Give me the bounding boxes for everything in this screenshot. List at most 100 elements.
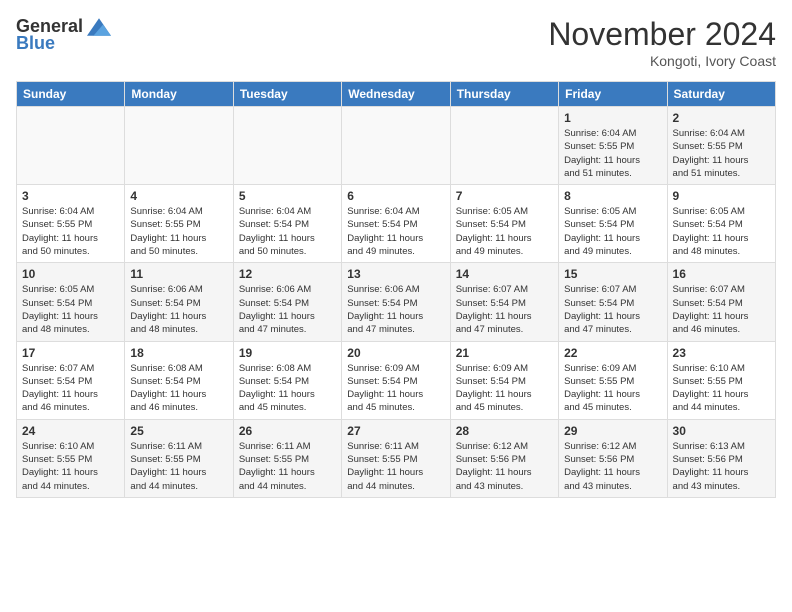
day-info: Sunrise: 6:04 AM Sunset: 5:54 PM Dayligh…	[239, 205, 336, 258]
day-info: Sunrise: 6:09 AM Sunset: 5:55 PM Dayligh…	[564, 362, 661, 415]
day-info: Sunrise: 6:08 AM Sunset: 5:54 PM Dayligh…	[239, 362, 336, 415]
calendar-cell: 14 Sunrise: 6:07 AM Sunset: 5:54 PM Dayli…	[450, 263, 558, 341]
day-info: Sunrise: 6:09 AM Sunset: 5:54 PM Dayligh…	[456, 362, 553, 415]
calendar-table: SundayMondayTuesdayWednesdayThursdayFrid…	[16, 81, 776, 498]
day-number: 10	[22, 267, 119, 281]
calendar-week-row: 24Sunrise: 6:10 AM Sunset: 5:55 PM Dayli…	[17, 419, 776, 497]
day-info: Sunrise: 6:11 AM Sunset: 5:55 PM Dayligh…	[130, 440, 227, 493]
calendar-cell: 17 Sunrise: 6:07 AM Sunset: 5:54 PM Dayli…	[17, 341, 125, 419]
calendar-cell: 16 Sunrise: 6:07 AM Sunset: 5:54 PM Dayli…	[667, 263, 775, 341]
day-info: Sunrise: 6:06 AM Sunset: 5:54 PM Dayligh…	[130, 283, 227, 336]
day-number: 19	[239, 346, 336, 360]
day-info: Sunrise: 6:11 AM Sunset: 5:55 PM Dayligh…	[239, 440, 336, 493]
calendar-cell: 25 Sunrise: 6:11 AM Sunset: 5:55 PM Dayli…	[125, 419, 233, 497]
day-info: Sunrise: 6:05 AM Sunset: 5:54 PM Dayligh…	[564, 205, 661, 258]
calendar-cell: 24Sunrise: 6:10 AM Sunset: 5:55 PM Dayli…	[17, 419, 125, 497]
day-info: Sunrise: 6:04 AM Sunset: 5:55 PM Dayligh…	[130, 205, 227, 258]
calendar-cell: 26 Sunrise: 6:11 AM Sunset: 5:55 PM Dayli…	[233, 419, 341, 497]
calendar-cell: 20Sunrise: 6:09 AM Sunset: 5:54 PM Dayli…	[342, 341, 450, 419]
day-number: 29	[564, 424, 661, 438]
calendar-cell: 10 Sunrise: 6:05 AM Sunset: 5:54 PM Dayli…	[17, 263, 125, 341]
day-info: Sunrise: 6:07 AM Sunset: 5:54 PM Dayligh…	[22, 362, 119, 415]
day-number: 26	[239, 424, 336, 438]
weekday-header-friday: Friday	[559, 82, 667, 107]
calendar-week-row: 1 Sunrise: 6:04 AM Sunset: 5:55 PM Daylig…	[17, 107, 776, 185]
day-number: 21	[456, 346, 553, 360]
weekday-header-sunday: Sunday	[17, 82, 125, 107]
calendar-cell: 2 Sunrise: 6:04 AM Sunset: 5:55 PM Daylig…	[667, 107, 775, 185]
calendar-cell	[233, 107, 341, 185]
calendar-cell: 12 Sunrise: 6:06 AM Sunset: 5:54 PM Dayli…	[233, 263, 341, 341]
calendar-cell: 28 Sunrise: 6:12 AM Sunset: 5:56 PM Dayli…	[450, 419, 558, 497]
calendar-cell: 11Sunrise: 6:06 AM Sunset: 5:54 PM Dayli…	[125, 263, 233, 341]
day-info: Sunrise: 6:05 AM Sunset: 5:54 PM Dayligh…	[673, 205, 770, 258]
weekday-header-row: SundayMondayTuesdayWednesdayThursdayFrid…	[17, 82, 776, 107]
day-info: Sunrise: 6:07 AM Sunset: 5:54 PM Dayligh…	[673, 283, 770, 336]
calendar-cell: 23 Sunrise: 6:10 AM Sunset: 5:55 PM Dayli…	[667, 341, 775, 419]
title-block: November 2024 Kongoti, Ivory Coast	[548, 16, 776, 69]
day-number: 1	[564, 111, 661, 125]
day-info: Sunrise: 6:07 AM Sunset: 5:54 PM Dayligh…	[564, 283, 661, 336]
calendar-cell	[125, 107, 233, 185]
day-number: 3	[22, 189, 119, 203]
day-number: 16	[673, 267, 770, 281]
calendar-cell: 21 Sunrise: 6:09 AM Sunset: 5:54 PM Dayli…	[450, 341, 558, 419]
day-number: 9	[673, 189, 770, 203]
day-number: 25	[130, 424, 227, 438]
calendar-cell: 30Sunrise: 6:13 AM Sunset: 5:56 PM Dayli…	[667, 419, 775, 497]
day-number: 30	[673, 424, 770, 438]
day-number: 14	[456, 267, 553, 281]
calendar-week-row: 3 Sunrise: 6:04 AM Sunset: 5:55 PM Daylig…	[17, 185, 776, 263]
weekday-header-tuesday: Tuesday	[233, 82, 341, 107]
day-info: Sunrise: 6:07 AM Sunset: 5:54 PM Dayligh…	[456, 283, 553, 336]
calendar-header: SundayMondayTuesdayWednesdayThursdayFrid…	[17, 82, 776, 107]
day-info: Sunrise: 6:11 AM Sunset: 5:55 PM Dayligh…	[347, 440, 444, 493]
day-info: Sunrise: 6:05 AM Sunset: 5:54 PM Dayligh…	[22, 283, 119, 336]
calendar-cell: 3 Sunrise: 6:04 AM Sunset: 5:55 PM Daylig…	[17, 185, 125, 263]
day-info: Sunrise: 6:10 AM Sunset: 5:55 PM Dayligh…	[673, 362, 770, 415]
month-title: November 2024	[548, 16, 776, 53]
calendar-cell: 19 Sunrise: 6:08 AM Sunset: 5:54 PM Dayli…	[233, 341, 341, 419]
calendar-cell: 15Sunrise: 6:07 AM Sunset: 5:54 PM Dayli…	[559, 263, 667, 341]
day-number: 2	[673, 111, 770, 125]
day-info: Sunrise: 6:06 AM Sunset: 5:54 PM Dayligh…	[239, 283, 336, 336]
calendar-cell	[450, 107, 558, 185]
logo-blue-text: Blue	[16, 33, 55, 54]
calendar-cell	[342, 107, 450, 185]
day-number: 4	[130, 189, 227, 203]
calendar-cell: 6Sunrise: 6:04 AM Sunset: 5:54 PM Daylig…	[342, 185, 450, 263]
day-number: 12	[239, 267, 336, 281]
day-info: Sunrise: 6:08 AM Sunset: 5:54 PM Dayligh…	[130, 362, 227, 415]
calendar-cell: 4 Sunrise: 6:04 AM Sunset: 5:55 PM Daylig…	[125, 185, 233, 263]
day-number: 28	[456, 424, 553, 438]
weekday-header-wednesday: Wednesday	[342, 82, 450, 107]
day-number: 23	[673, 346, 770, 360]
calendar-cell: 7Sunrise: 6:05 AM Sunset: 5:54 PM Daylig…	[450, 185, 558, 263]
day-number: 13	[347, 267, 444, 281]
calendar-cell: 5 Sunrise: 6:04 AM Sunset: 5:54 PM Daylig…	[233, 185, 341, 263]
calendar-cell: 8 Sunrise: 6:05 AM Sunset: 5:54 PM Daylig…	[559, 185, 667, 263]
calendar-week-row: 17 Sunrise: 6:07 AM Sunset: 5:54 PM Dayli…	[17, 341, 776, 419]
weekday-header-monday: Monday	[125, 82, 233, 107]
day-number: 17	[22, 346, 119, 360]
calendar-cell	[17, 107, 125, 185]
day-number: 5	[239, 189, 336, 203]
day-number: 8	[564, 189, 661, 203]
calendar-cell: 27Sunrise: 6:11 AM Sunset: 5:55 PM Dayli…	[342, 419, 450, 497]
day-info: Sunrise: 6:04 AM Sunset: 5:55 PM Dayligh…	[22, 205, 119, 258]
calendar-cell: 22 Sunrise: 6:09 AM Sunset: 5:55 PM Dayli…	[559, 341, 667, 419]
day-number: 20	[347, 346, 444, 360]
day-number: 22	[564, 346, 661, 360]
day-info: Sunrise: 6:10 AM Sunset: 5:55 PM Dayligh…	[22, 440, 119, 493]
day-info: Sunrise: 6:04 AM Sunset: 5:55 PM Dayligh…	[673, 127, 770, 180]
day-info: Sunrise: 6:04 AM Sunset: 5:55 PM Dayligh…	[564, 127, 661, 180]
day-info: Sunrise: 6:06 AM Sunset: 5:54 PM Dayligh…	[347, 283, 444, 336]
day-info: Sunrise: 6:04 AM Sunset: 5:54 PM Dayligh…	[347, 205, 444, 258]
logo: General Blue	[16, 16, 111, 54]
day-info: Sunrise: 6:12 AM Sunset: 5:56 PM Dayligh…	[456, 440, 553, 493]
day-number: 18	[130, 346, 227, 360]
location-subtitle: Kongoti, Ivory Coast	[548, 53, 776, 69]
calendar-week-row: 10 Sunrise: 6:05 AM Sunset: 5:54 PM Dayli…	[17, 263, 776, 341]
day-info: Sunrise: 6:12 AM Sunset: 5:56 PM Dayligh…	[564, 440, 661, 493]
weekday-header-saturday: Saturday	[667, 82, 775, 107]
